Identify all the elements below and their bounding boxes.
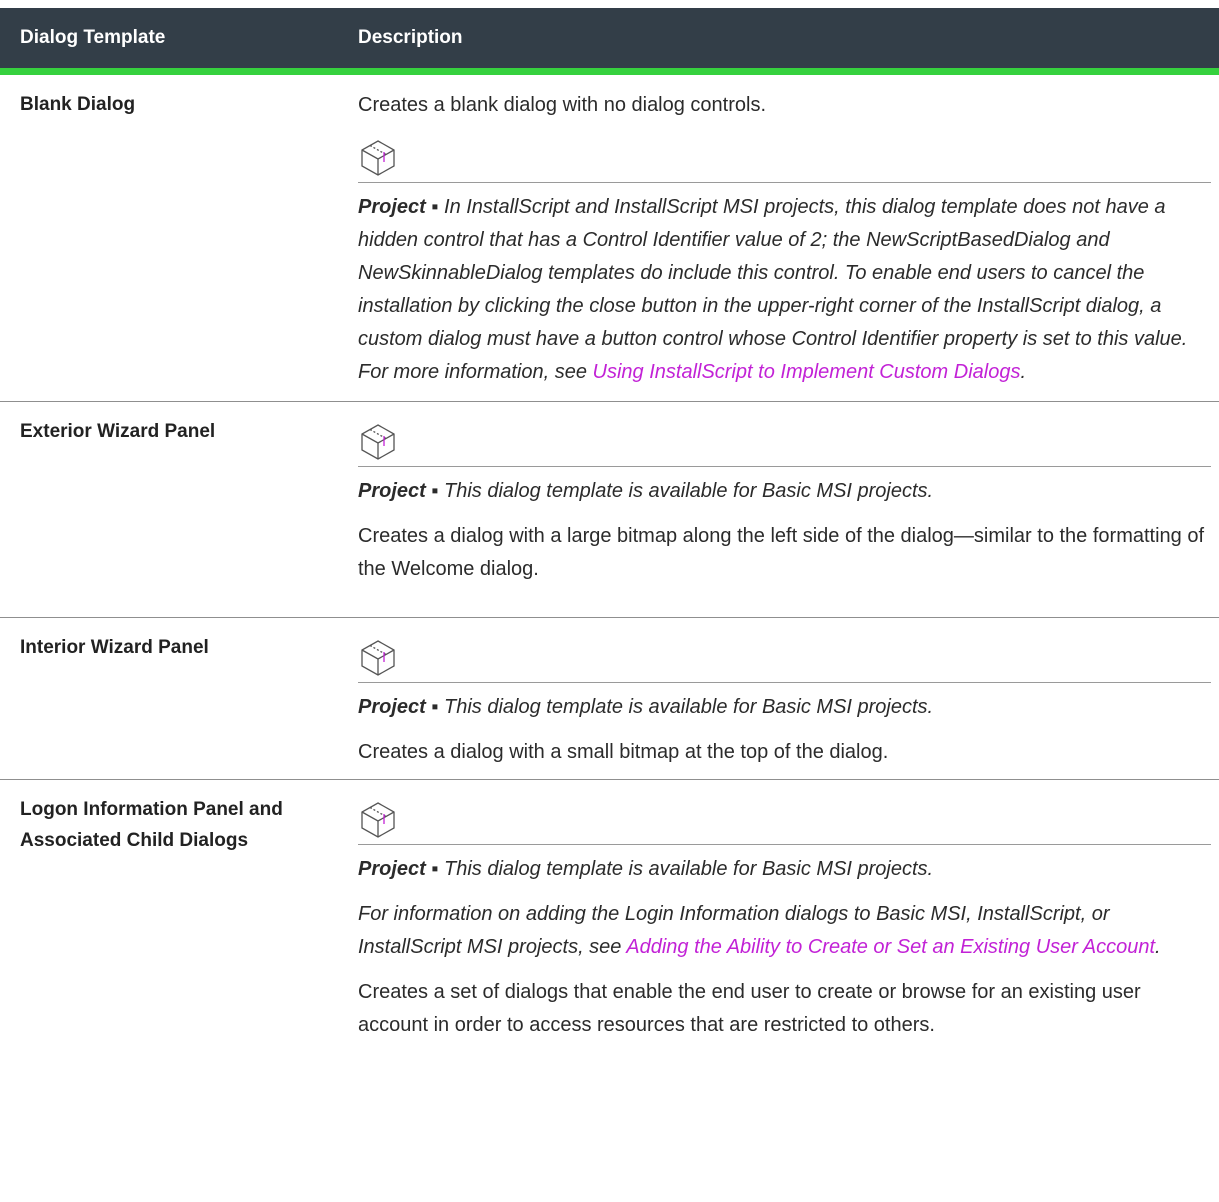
project-note: Project ▪ This dialog template is availa… [358,475,1211,508]
note-icon-row [358,632,1211,683]
project-box-icon [358,422,1211,462]
template-name: Blank Dialog [0,71,342,402]
note-text: This dialog template is available for Ba… [438,480,934,502]
project-box-icon [358,800,1211,840]
note-end: . [1020,361,1027,383]
note-label: Project ▪ [358,696,439,718]
template-name: Exterior Wizard Panel [0,401,342,618]
link-adding-user-account[interactable]: Adding the Ability to Create or Set an E… [626,936,1155,958]
info-end: . [1155,936,1161,958]
note-label: Project ▪ [358,480,439,502]
template-name: Interior Wizard Panel [0,617,342,780]
description-text: Creates a set of dialogs that enable the… [358,981,1141,1036]
note-icon-row [358,416,1211,467]
description-text: Creates a dialog with a small bitmap at … [358,741,889,763]
column-header-dialog-template: Dialog Template [0,8,342,75]
project-note: Project ▪ This dialog template is availa… [358,853,1211,886]
note-label: Project ▪ [358,858,439,880]
column-header-description: Description [342,8,1219,75]
template-description: Creates a blank dialog with no dialog co… [342,71,1219,402]
project-box-icon [358,638,1211,678]
project-box-icon [358,138,1211,178]
description-text: Creates a blank dialog with no dialog co… [358,94,767,116]
table-row: Blank Dialog Creates a blank dialog with… [0,71,1219,402]
note-text: This dialog template is available for Ba… [438,858,934,880]
template-description: Project ▪ This dialog template is availa… [342,401,1219,618]
note-text: This dialog template is available for Ba… [438,696,934,718]
link-using-installscript-custom-dialogs[interactable]: Using InstallScript to Implement Custom … [593,361,1021,383]
table-row: Logon Information Panel and Associated C… [0,780,1219,1185]
info-note: For information on adding the Login Info… [358,898,1211,964]
template-name: Logon Information Panel and Associated C… [20,799,283,851]
table-header-row: Dialog Template Description [0,8,1219,75]
note-text: In InstallScript and InstallScript MSI p… [358,196,1188,383]
description-text: Creates a dialog with a large bitmap alo… [358,525,1205,580]
note-icon-row [358,794,1211,845]
template-description: Project ▪ This dialog template is availa… [342,780,1219,1185]
project-note: Project ▪ This dialog template is availa… [358,691,1211,724]
template-description: Project ▪ This dialog template is availa… [342,617,1219,780]
table-row: Interior Wizard Panel Project ▪ This dia… [0,617,1219,780]
project-note: Project ▪ In InstallScript and InstallSc… [358,191,1211,389]
note-label: Project ▪ [358,196,439,218]
note-icon-row [358,132,1211,183]
dialog-template-table: Dialog Template Description Blank Dialog… [0,8,1219,1184]
table-row: Exterior Wizard Panel Project ▪ This dia… [0,401,1219,618]
